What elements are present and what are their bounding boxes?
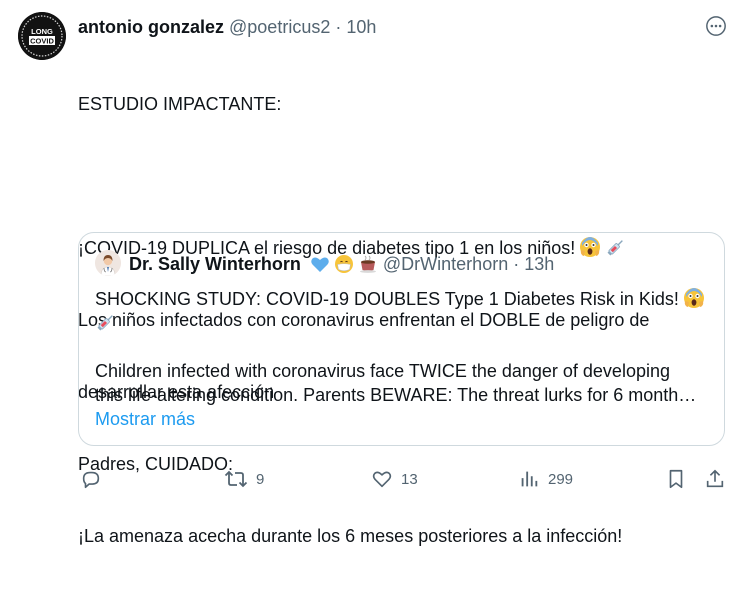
blue-heart-emoji-icon: [310, 254, 330, 280]
reply-button[interactable]: [80, 462, 110, 496]
views-count: 299: [548, 470, 574, 488]
syringe-emoji-icon: [95, 311, 117, 339]
mask-face-emoji-icon: [334, 254, 354, 280]
quoted-author-name[interactable]: Dr. Sally Winterhorn: [129, 254, 301, 274]
quoted-tweet[interactable]: Dr. Sally Winterhorn @DrWinterhorn · 13h…: [78, 232, 725, 446]
tweet-text-line: ¡La amenaza acecha durante los 6 meses p…: [78, 526, 623, 546]
header-separator: ·: [335, 17, 342, 37]
quoted-text-line: [95, 335, 707, 359]
share-icon: [706, 469, 724, 488]
author-avatar[interactable]: LONG COVID: [18, 12, 66, 60]
quoted-text-line: this life-altering condition. Parents BE…: [95, 385, 697, 405]
quoted-tweet-header: Dr. Sally Winterhorn @DrWinterhorn · 13h: [129, 252, 554, 276]
quoted-text-line: SHOCKING STUDY: COVID-19 DOUBLES Type 1 …: [95, 287, 707, 311]
quoted-text-line: [95, 311, 707, 335]
reply-icon: [82, 471, 100, 489]
bookmark-button[interactable]: [665, 462, 687, 496]
tweet-actions: 9 13 299: [78, 462, 728, 496]
retweet-count: 9: [256, 470, 265, 488]
scream-emoji-icon: [683, 287, 705, 315]
tweet-text-line: [78, 164, 734, 188]
share-button[interactable]: [704, 462, 726, 496]
retweet-button[interactable]: 9: [224, 462, 264, 496]
quoted-tweet-text: SHOCKING STUDY: COVID-19 DOUBLES Type 1 …: [95, 287, 707, 431]
bookmark-icon: [669, 469, 683, 489]
quoted-tweet-timestamp[interactable]: 13h: [524, 254, 554, 274]
like-button[interactable]: 13: [371, 462, 418, 496]
quoted-header-separator: ·: [513, 254, 520, 274]
retweet-icon: [224, 470, 248, 488]
more-options-icon: [706, 16, 726, 36]
coffee-emoji-icon: [358, 254, 378, 280]
show-more-link[interactable]: Mostrar más: [95, 407, 707, 431]
author-handle[interactable]: @poetricus2: [229, 17, 330, 37]
svg-text:COVID: COVID: [30, 37, 54, 46]
like-count: 13: [401, 470, 418, 488]
tweet-header: antonio gonzalez @poetricus2 · 10h: [78, 15, 376, 39]
views-button[interactable]: 299: [518, 462, 573, 496]
tweet[interactable]: LONG COVID antonio gonzalez @poetricus2 …: [0, 0, 754, 546]
quoted-text-line: Children infected with coronavirus face …: [95, 361, 670, 381]
author-name[interactable]: antonio gonzalez: [78, 17, 224, 37]
quoted-author-handle[interactable]: @DrWinterhorn: [383, 254, 508, 274]
views-chart-icon: [521, 471, 538, 487]
svg-text:LONG: LONG: [31, 27, 53, 36]
more-options-button[interactable]: [700, 12, 732, 40]
tweet-timestamp[interactable]: 10h: [346, 17, 376, 37]
tweet-text-line: ESTUDIO IMPACTANTE:: [78, 94, 282, 114]
heart-icon: [372, 471, 392, 488]
quoted-author-avatar[interactable]: [95, 250, 121, 276]
